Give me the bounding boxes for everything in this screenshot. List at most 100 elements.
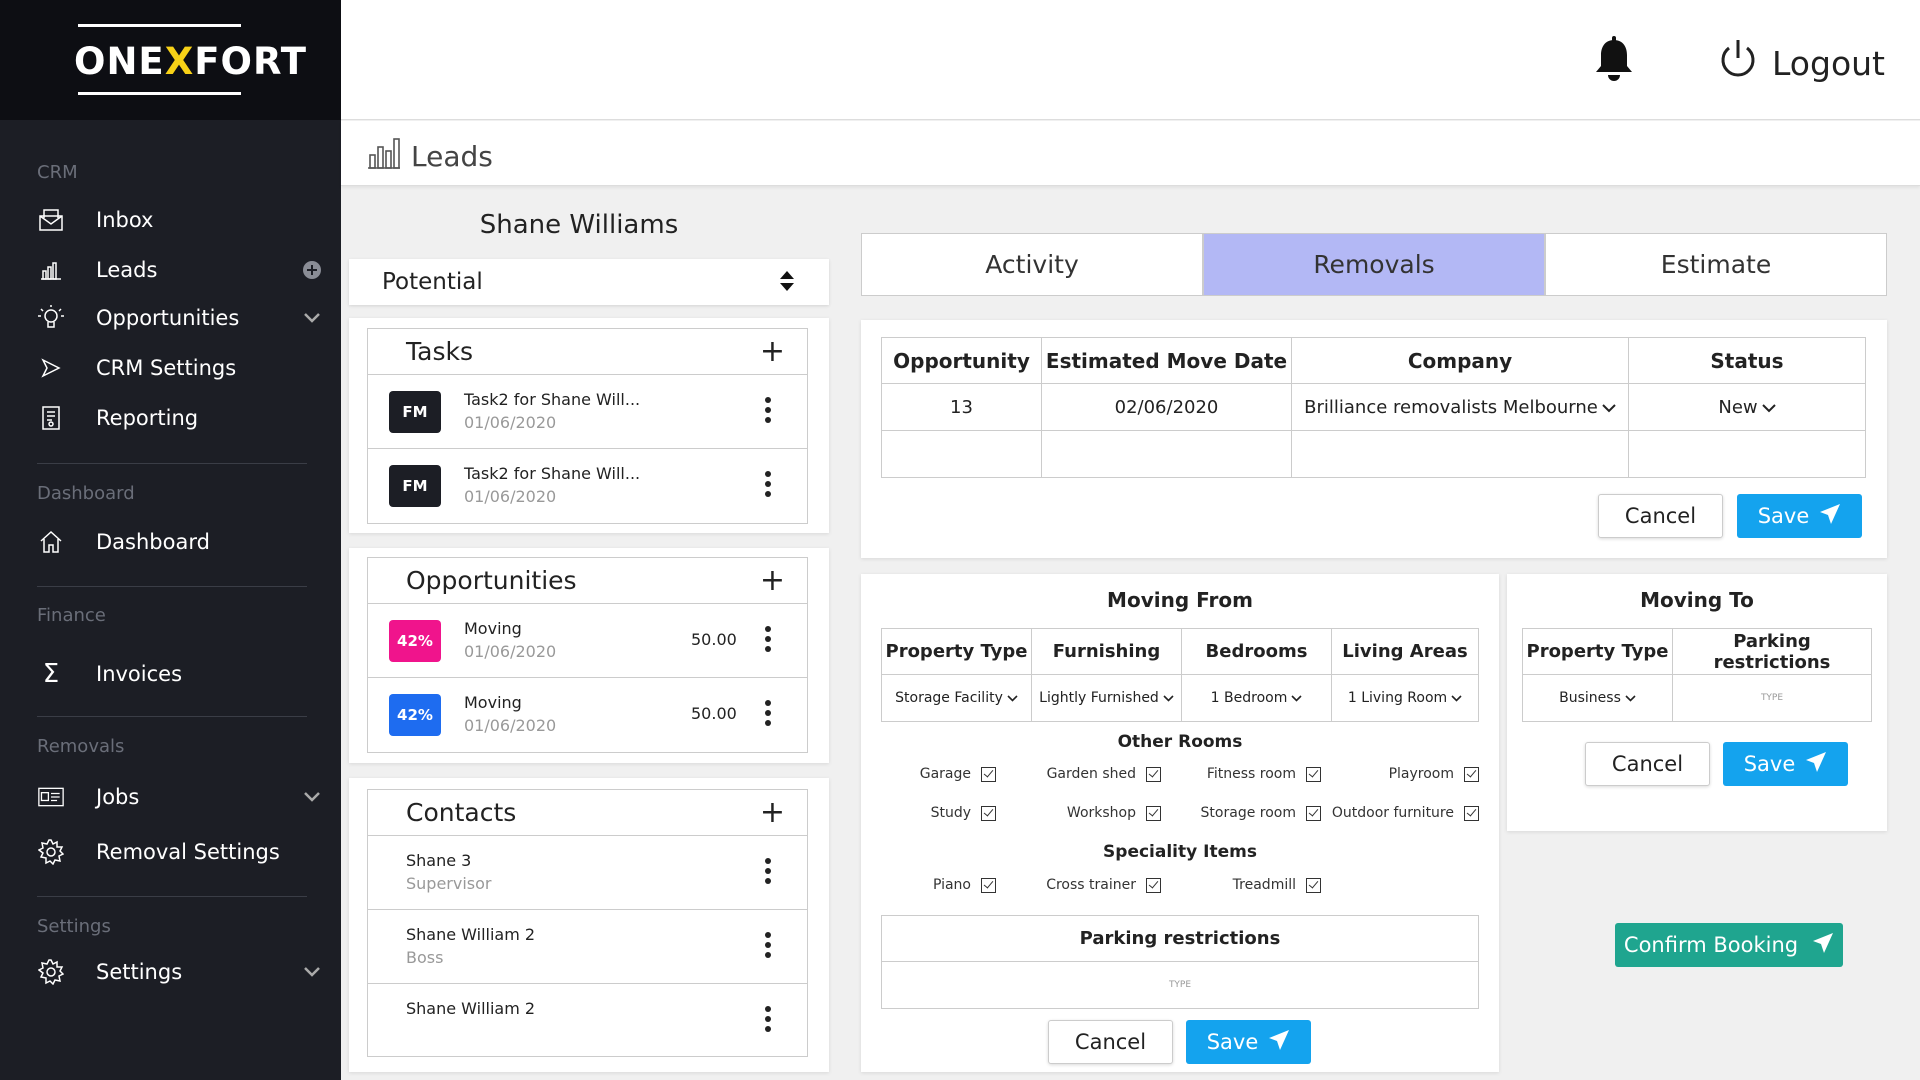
sidebar-item-dashboard[interactable]: Dashboard [0,520,341,564]
section-label-dashboard: Dashboard [37,483,135,504]
chevron-down-icon[interactable] [302,308,322,328]
speciality-checkbox-treadmill[interactable]: Treadmill [1161,877,1321,893]
more-vertical-icon[interactable] [763,471,773,501]
property-type-select[interactable]: Storage Facility [881,674,1032,722]
page-title: Leads [411,140,493,173]
property-type-select[interactable]: Business [1522,674,1673,722]
contact-row[interactable]: Shane 3 Supervisor [368,836,807,910]
parking-input[interactable]: TYPE [1672,674,1872,722]
sidebar-divider [37,896,307,897]
column-header: Parking restrictions [1672,628,1872,675]
contact-row[interactable]: Shane William 2 Boss [368,910,807,984]
sidebar-item-invoices[interactable]: Σ Invoices [0,652,341,696]
empty-cell[interactable] [1041,430,1292,478]
tasks-panel: Tasks + FM Task2 for Shane Will... 01/06… [367,328,808,524]
task-row[interactable]: FM Task2 for Shane Will... 01/06/2020 [368,449,807,523]
contacts-title: Contacts [406,798,517,827]
empty-cell[interactable] [1291,430,1629,478]
bell-icon[interactable] [1592,36,1636,88]
more-vertical-icon[interactable] [763,858,773,888]
tab-removals[interactable]: Removals [1203,233,1545,296]
confirm-booking-button[interactable]: Confirm Booking [1615,923,1843,967]
cancel-button[interactable]: Cancel [1048,1020,1173,1064]
room-checkbox-study[interactable]: Study [881,805,996,821]
logo-bar-top [78,24,241,27]
sidebar-item-leads[interactable]: Leads [0,248,341,292]
moving-to-table: Property Type Parking restrictions Busin… [1522,628,1872,722]
more-vertical-icon[interactable] [763,932,773,962]
checkbox[interactable] [1146,805,1161,821]
sidebar-item-removal-settings[interactable]: Removal Settings [0,830,341,874]
room-checkbox-garden-shed[interactable]: Garden shed [1011,766,1161,782]
other-rooms-title: Other Rooms [1117,732,1243,752]
checkbox[interactable] [981,805,996,821]
room-checkbox-garage[interactable]: Garage [881,766,996,782]
more-vertical-icon[interactable] [763,700,773,730]
more-vertical-icon[interactable] [763,397,773,427]
more-vertical-icon[interactable] [763,1006,773,1036]
sidebar-item-settings[interactable]: Settings [0,950,341,994]
sidebar-item-opportunities[interactable]: Opportunities [0,296,341,340]
room-label: Playroom [1388,766,1454,782]
home-icon [38,529,64,555]
checkbox[interactable] [1306,766,1321,782]
tab-activity[interactable]: Activity [861,233,1203,296]
room-checkbox-fitness-room[interactable]: Fitness room [1161,766,1321,782]
contact-name: Shane William 2 [406,925,536,944]
sidebar-item-inbox[interactable]: Inbox [0,198,341,242]
save-button[interactable]: Save [1723,742,1848,786]
checkbox[interactable] [1146,877,1161,893]
tab-estimate[interactable]: Estimate [1545,233,1887,296]
room-checkbox-workshop[interactable]: Workshop [1011,805,1161,821]
checkbox[interactable] [1464,766,1479,782]
speciality-checkbox-piano[interactable]: Piano [881,877,996,893]
bedrooms-select[interactable]: 1 Bedroom [1181,674,1332,722]
furnishing-select[interactable]: Lightly Furnished [1031,674,1182,722]
lead-stage-select[interactable]: Potential [349,259,829,305]
parking-input[interactable]: TYPE [881,961,1479,1009]
task-row[interactable]: FM Task2 for Shane Will... 01/06/2020 [368,375,807,449]
move-date[interactable]: 02/06/2020 [1041,383,1292,431]
contact-row[interactable]: Shane William 2 [368,984,807,1058]
opportunity-row[interactable]: 42% Moving 01/06/2020 50.00 [368,678,807,752]
sidebar-item-label: Inbox [96,208,154,232]
add-task-button[interactable]: + [760,337,785,367]
speciality-checkbox-cross-trainer[interactable]: Cross trainer [1011,877,1161,893]
add-opportunity-button[interactable]: + [760,566,785,596]
add-circle-icon[interactable] [302,260,322,280]
add-contact-button[interactable]: + [760,798,785,828]
tasks-header: Tasks + [368,329,807,375]
checkbox[interactable] [981,766,996,782]
top-bar: Logout [341,0,1920,120]
sidebar-item-crm-settings[interactable]: CRM Settings [0,346,341,390]
column-header: Furnishing [1031,628,1182,675]
gear-icon [38,959,64,985]
sidebar-item-jobs[interactable]: Jobs [0,775,341,819]
checkbox[interactable] [981,877,996,893]
checkbox[interactable] [1306,877,1321,893]
checkbox[interactable] [1146,766,1161,782]
cancel-button[interactable]: Cancel [1585,742,1710,786]
room-checkbox-playroom[interactable]: Playroom [1321,766,1479,782]
company-select[interactable]: Brilliance removalists Melbourne [1291,383,1629,431]
room-checkbox-outdoor-furniture[interactable]: Outdoor furniture [1321,805,1479,821]
save-button[interactable]: Save [1737,494,1862,538]
column-header: Company [1291,337,1629,384]
select-value: Lightly Furnished [1039,690,1159,706]
living-areas-select[interactable]: 1 Living Room [1331,674,1479,722]
save-button[interactable]: Save [1186,1020,1311,1064]
checkbox[interactable] [1464,805,1479,821]
sidebar-item-reporting[interactable]: Reporting [0,396,341,440]
chevron-down-icon[interactable] [302,787,322,807]
room-checkbox-storage-room[interactable]: Storage room [1161,805,1321,821]
more-vertical-icon[interactable] [763,626,773,656]
save-label: Save [1743,752,1796,776]
opportunity-row[interactable]: 42% Moving 01/06/2020 50.00 [368,604,807,678]
empty-cell[interactable] [1628,430,1866,478]
cancel-button[interactable]: Cancel [1598,494,1723,538]
empty-cell[interactable] [881,430,1042,478]
chevron-down-icon[interactable] [302,962,322,982]
status-select[interactable]: New [1628,383,1866,431]
logout-button[interactable]: Logout [1718,38,1885,88]
checkbox[interactable] [1306,805,1321,821]
